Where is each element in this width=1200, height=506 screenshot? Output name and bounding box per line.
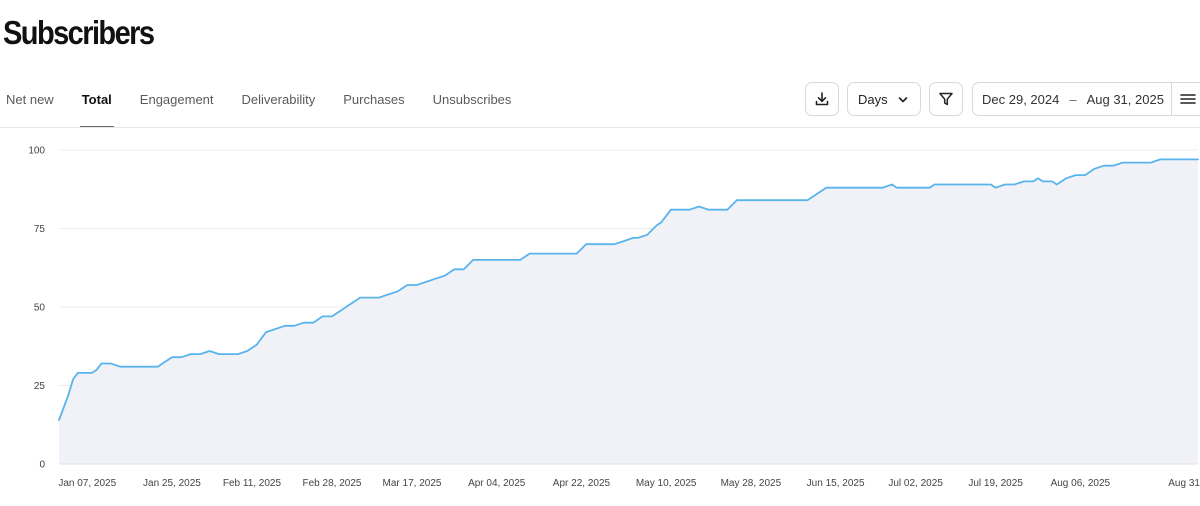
filter-icon	[939, 92, 953, 106]
interval-select-value: Days	[858, 91, 888, 107]
chevron-down-icon	[898, 97, 908, 103]
x-tick-label: Jan 25, 2025	[143, 478, 201, 489]
x-tick-label: Aug 06, 2025	[1051, 478, 1111, 489]
date-range-start: Dec 29, 2024	[982, 91, 1060, 107]
hamburger-menu-icon	[1179, 94, 1196, 104]
x-tick-label: Apr 04, 2025	[468, 478, 526, 489]
date-range-end: Aug 31, 2025	[1086, 91, 1164, 107]
y-tick-label: 75	[34, 224, 46, 235]
x-tick-label: Jan 07, 2025	[58, 478, 116, 489]
series-area	[59, 159, 1198, 464]
y-tick-label: 25	[34, 381, 46, 392]
chart-toolbar: Days Dec 29, 2024 – Aug 31, 2025	[0, 82, 1200, 118]
date-range-separator: –	[1069, 91, 1077, 107]
y-tick-label: 100	[28, 146, 45, 157]
y-tick-label: 50	[34, 303, 46, 314]
download-icon	[815, 92, 829, 106]
chart-menu-button[interactable]	[1171, 82, 1200, 116]
x-tick-label: Feb 11, 2025	[223, 478, 282, 489]
download-button[interactable]	[805, 82, 839, 116]
subscribers-total-chart: 0 25 50 75 100 Jan 07, 2025 Jan 25, 2025 Feb 11…	[28, 146, 1200, 490]
x-tick-label: Aug 31, 2025	[1168, 478, 1200, 489]
x-tick-label: Apr 22, 2025	[553, 478, 611, 489]
x-tick-label: Jul 19, 2025	[968, 478, 1023, 489]
filter-button[interactable]	[929, 82, 963, 116]
y-tick-label: 0	[39, 460, 45, 471]
x-tick-label: Jul 02, 2025	[888, 478, 943, 489]
page-title: Subscribers	[3, 14, 155, 51]
interval-select[interactable]: Days	[847, 82, 921, 116]
x-tick-label: Feb 28, 2025	[303, 478, 362, 489]
x-tick-label: May 28, 2025	[721, 478, 782, 489]
x-tick-label: May 10, 2025	[636, 478, 697, 489]
date-range-picker[interactable]: Dec 29, 2024 – Aug 31, 2025	[972, 82, 1200, 116]
x-tick-label: Jun 15, 2025	[807, 478, 865, 489]
x-tick-label: Mar 17, 2025	[383, 478, 442, 489]
